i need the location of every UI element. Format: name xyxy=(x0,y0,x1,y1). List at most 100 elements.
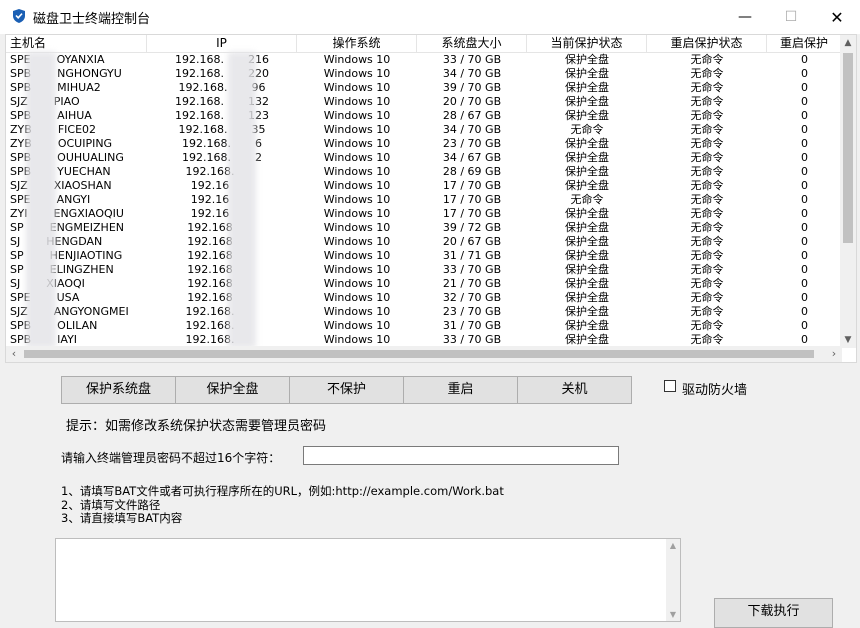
cell-text: 28 / 67 GB xyxy=(442,109,502,122)
table-row[interactable]: SJZ ANGYONGMEI 192.168. Windows 10 23 / 70 G… xyxy=(6,305,842,319)
firewall-checkbox[interactable] xyxy=(664,380,676,392)
minimize-button[interactable]: — xyxy=(722,0,768,34)
table-row[interactable]: SPB AIHUA 192.168. 123 Windows 10 28 / 67 GB 保… xyxy=(6,109,842,123)
cell-text: 31 / 71 GB xyxy=(442,249,502,262)
table-cell: 192.168. xyxy=(147,333,297,347)
cell-text: 保护全盘 xyxy=(565,249,609,262)
cell-text: 无命令 xyxy=(690,319,724,332)
table-row[interactable]: SJ HENGDAN 192.168 Windows 10 20 / 67 GB 保护全盘… xyxy=(6,235,842,249)
bat-content-textarea[interactable]: ▲ ▼ xyxy=(55,538,681,622)
table-row[interactable]: SPB YUECHAN 192.168. Windows 10 28 / 69 GB 保护… xyxy=(6,165,842,179)
table-cell: 34 / 70 GB xyxy=(417,123,527,137)
cell-text: SJ xyxy=(10,277,21,290)
table-cell: 0 xyxy=(767,207,842,221)
textarea-scroll-down-icon[interactable]: ▼ xyxy=(666,610,680,619)
title-bar: 磁盘卫士终端控制台 — ☐ ✕ xyxy=(0,0,860,34)
cell-text: 0 xyxy=(801,263,808,276)
table-row[interactable]: SJZ XIAOSHAN 192.16 Windows 10 17 / 70 GB 保护全… xyxy=(6,179,842,193)
textarea-scroll-up-icon[interactable]: ▲ xyxy=(666,541,680,550)
cell-text: Windows 10 xyxy=(323,109,391,122)
download-execute-button[interactable]: 下载执行 xyxy=(714,598,833,628)
cell-text: 192.168 xyxy=(187,263,233,276)
table-row[interactable]: SP ELINGZHEN 192.168 Windows 10 33 / 70 GB 保护… xyxy=(6,263,842,277)
horizontal-scrollbar[interactable]: ‹ › xyxy=(6,346,842,362)
restart-button[interactable]: 重启 xyxy=(403,376,518,404)
column-header[interactable]: 当前保护状态 xyxy=(527,35,647,52)
column-header[interactable]: 系统盘大小 xyxy=(417,35,527,52)
column-header[interactable]: 重启保护 xyxy=(767,35,842,52)
table-cell: Windows 10 xyxy=(297,81,417,95)
table-cell: 无命令 xyxy=(647,305,767,319)
table-cell: 无命令 xyxy=(647,67,767,81)
cell-text: 20 / 70 GB xyxy=(442,95,502,108)
table-row[interactable]: SP HENJIAOTING 192.168 Windows 10 31 / 71 GB… xyxy=(6,249,842,263)
password-label: 请输入终端管理员密码不超过16个字符： xyxy=(61,451,281,465)
table-row[interactable]: SPB OUHUALING 192.168. 2 Windows 10 34 / 67 G… xyxy=(6,151,842,165)
column-header[interactable]: 操作系统 xyxy=(297,35,417,52)
table-cell: 39 / 72 GB xyxy=(417,221,527,235)
cell-text: Windows 10 xyxy=(323,123,391,136)
protect-all-button[interactable]: 保护全盘 xyxy=(175,376,290,404)
cell-text: Windows 10 xyxy=(323,221,391,234)
cell-text: 2 xyxy=(254,151,262,164)
protect-system-button[interactable]: 保护系统盘 xyxy=(61,376,176,404)
scroll-up-icon[interactable]: ▲ xyxy=(840,35,856,51)
table-cell: 21 / 70 GB xyxy=(417,277,527,291)
terminal-list[interactable]: 主机名 IP 操作系统 系统盘大小 当前保护状态 重启保护状态 重启保护 SPE OYANXI… xyxy=(5,34,857,363)
table-row[interactable]: SPE USA 192.168 Windows 10 32 / 70 GB 保护全盘 无命令… xyxy=(6,291,842,305)
cell-text: ANGYI xyxy=(56,193,91,206)
cell-text: 0 xyxy=(801,193,808,206)
table-row[interactable]: ZYB FICE02 192.168. 35 Windows 10 34 / 70 GB 无… xyxy=(6,123,842,137)
table-cell: 0 xyxy=(767,263,842,277)
table-row[interactable]: SPE OYANXIA 192.168. 216 Windows 10 33 / 70 G… xyxy=(6,53,842,67)
table-cell: 0 xyxy=(767,81,842,95)
table-row[interactable]: SPB IAYI 192.168. Windows 10 33 / 70 GB 保护全盘无… xyxy=(6,333,842,347)
cell-text: 0 xyxy=(801,67,808,80)
cell-text: 无命令 xyxy=(690,235,724,248)
cell-text: 0 xyxy=(801,179,808,192)
shutdown-button[interactable]: 关机 xyxy=(517,376,632,404)
table-cell: 保护全盘 xyxy=(527,263,647,277)
cell-text: 20 / 67 GB xyxy=(442,235,502,248)
scroll-left-icon[interactable]: ‹ xyxy=(6,346,22,362)
table-row[interactable]: ZYI ENGXIAOQIU 192.16 Windows 10 17 / 70 GB 保… xyxy=(6,207,842,221)
cell-text: 保护全盘 xyxy=(565,81,609,94)
cell-text: 17 / 70 GB xyxy=(442,179,502,192)
table-row[interactable]: SPB MIHUA2 192.168. 96 Windows 10 39 / 70 GB 保… xyxy=(6,81,842,95)
cell-text: 0 xyxy=(801,95,808,108)
column-header[interactable]: 主机名 xyxy=(6,35,147,52)
vertical-scroll-thumb[interactable] xyxy=(843,53,853,243)
horizontal-scroll-thumb[interactable] xyxy=(24,350,814,358)
table-cell: 0 xyxy=(767,137,842,151)
cell-text: 无命令 xyxy=(690,165,724,178)
table-row[interactable]: SJZ PIAO 192.168. 132 Windows 10 20 / 70 GB 保护… xyxy=(6,95,842,109)
table-cell: 保护全盘 xyxy=(527,95,647,109)
table-row[interactable]: SPB OLILAN 192.168. Windows 10 31 / 70 GB 保护全… xyxy=(6,319,842,333)
cell-text: Windows 10 xyxy=(323,263,391,276)
list-body: SPE OYANXIA 192.168. 216 Windows 10 33 / 70 G… xyxy=(6,53,842,347)
password-input[interactable] xyxy=(303,446,619,465)
table-row[interactable]: SPB NGHONGYU 192.168. 220 Windows 10 34 / 70 … xyxy=(6,67,842,81)
table-cell: 33 / 70 GB xyxy=(417,263,527,277)
cell-text: 0 xyxy=(801,277,808,290)
cell-text: 0 xyxy=(801,221,808,234)
textarea-scrollbar[interactable]: ▲ ▼ xyxy=(666,539,680,621)
close-button[interactable]: ✕ xyxy=(814,0,860,34)
column-header[interactable]: 重启保护状态 xyxy=(647,35,767,52)
vertical-scrollbar[interactable]: ▲ ▼ xyxy=(840,35,856,348)
cell-text: OCUIPING xyxy=(57,137,113,150)
cell-text: 192.168. xyxy=(178,123,228,136)
table-row[interactable]: SP ENGMEIZHEN 192.168 Windows 10 39 / 72 GB 保… xyxy=(6,221,842,235)
table-cell: Windows 10 xyxy=(297,165,417,179)
table-row[interactable]: SPE ANGYI 192.16 Windows 10 17 / 70 GB 无命令 无命令… xyxy=(6,193,842,207)
table-cell: 无命令 xyxy=(647,249,767,263)
maximize-button[interactable]: ☐ xyxy=(768,0,814,34)
cell-text: ELINGZHEN xyxy=(49,263,114,276)
scroll-down-icon[interactable]: ▼ xyxy=(840,332,856,348)
table-cell: 192.168. 220 xyxy=(147,67,297,81)
scroll-right-icon[interactable]: › xyxy=(826,346,842,362)
no-protect-button[interactable]: 不保护 xyxy=(289,376,404,404)
column-header[interactable]: IP xyxy=(147,35,297,52)
table-row[interactable]: SJ XIAOQI 192.168 Windows 10 21 / 70 GB 保护全盘无… xyxy=(6,277,842,291)
table-row[interactable]: ZYB OCUIPING 192.168. 6 Windows 10 23 / 70 GB… xyxy=(6,137,842,151)
